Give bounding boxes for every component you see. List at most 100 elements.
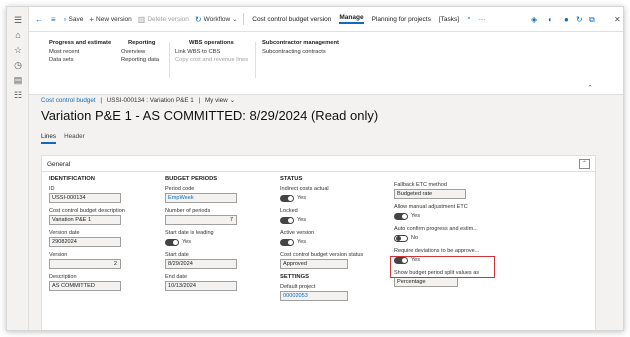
default-project-field[interactable]: 00002053 xyxy=(280,291,348,301)
back-arrow-icon: ← xyxy=(35,14,43,24)
view-selector[interactable]: My view xyxy=(205,97,228,104)
open-new-window-icon[interactable]: ⧉ xyxy=(589,15,595,25)
tab-header[interactable]: Header xyxy=(64,133,85,144)
auto-confirm-toggle[interactable]: No xyxy=(394,233,494,243)
toggle-switch[interactable] xyxy=(280,194,294,202)
action-group-reporting: Reporting Overview Reporting data xyxy=(121,40,159,65)
delete-version-button[interactable]: ▥ Delete version xyxy=(138,15,189,24)
toggle-switch[interactable] xyxy=(394,212,408,220)
tab-lines[interactable]: Lines xyxy=(41,133,57,144)
general-section-header[interactable]: General ⌃ xyxy=(42,156,595,172)
field-label: Version date xyxy=(49,230,80,236)
clock-icon[interactable]: ◷ xyxy=(12,59,24,71)
field-label: Period code xyxy=(165,186,195,192)
action-overview[interactable]: Overview xyxy=(121,49,159,55)
field-label: Version xyxy=(49,252,68,258)
field-label: Active version xyxy=(280,230,315,236)
workflow-button[interactable]: ↻ Workflow ⌄ xyxy=(195,15,237,24)
plus-icon: + xyxy=(89,14,95,24)
field-label: Default project xyxy=(280,284,316,290)
toggle-switch[interactable] xyxy=(280,216,294,224)
active-version-toggle[interactable]: Yes xyxy=(280,237,370,247)
group-heading: STATUS xyxy=(280,176,303,182)
trash-icon: ▥ xyxy=(137,14,146,24)
start-date-leading-toggle[interactable]: Yes xyxy=(165,237,237,247)
number-of-periods-field[interactable]: 7 xyxy=(165,215,237,225)
group-heading: IDENTIFICATION xyxy=(49,176,95,182)
highlight-box xyxy=(390,256,495,278)
split-values-field[interactable]: Percentage xyxy=(394,277,458,287)
period-code-field[interactable]: EmpWeek xyxy=(165,193,237,203)
field-label: Locked xyxy=(280,208,298,214)
tab-tasks[interactable]: [Tasks] xyxy=(439,16,459,23)
action-most-recent[interactable]: Most recent xyxy=(49,49,111,55)
version-field[interactable]: 2 xyxy=(49,259,121,269)
toggle-switch[interactable] xyxy=(394,234,408,242)
start-date-field[interactable]: 8/29/2024 xyxy=(165,259,237,269)
fallback-etc-field[interactable]: Budgeted rate xyxy=(394,189,466,199)
section-title: General xyxy=(47,161,71,168)
field-label: Cost control budget description xyxy=(49,208,125,214)
divider xyxy=(169,42,170,78)
locked-toggle[interactable]: Yes xyxy=(280,215,370,225)
close-icon[interactable]: ✕ xyxy=(614,15,621,24)
breadcrumb-module-link[interactable]: Cost control budget xyxy=(41,97,96,104)
breadcrumb-separator: | xyxy=(100,97,102,104)
field-label: Number of periods xyxy=(165,208,211,214)
hamburger-icon[interactable]: ☰ xyxy=(12,14,24,26)
allow-manual-adjustment-toggle[interactable]: Yes xyxy=(394,211,494,221)
version-status-field[interactable]: Approved xyxy=(280,259,348,269)
end-date-field[interactable]: 10/13/2024 xyxy=(165,281,237,291)
command-bar: ← ≡ ▫ Save + New version ▥ Delete version ↻… xyxy=(29,7,623,32)
more-options-icon[interactable]: ··· xyxy=(479,16,486,23)
list-icon[interactable]: ☷ xyxy=(12,89,24,101)
search-icon[interactable]: ⌕ xyxy=(467,15,471,23)
action-copy-cost-revenue[interactable]: Copy cost and revenue lines xyxy=(175,57,248,63)
tab-manage[interactable]: Manage xyxy=(339,14,364,24)
home-icon[interactable]: ⌂ xyxy=(12,29,24,41)
save-button[interactable]: ▫ Save xyxy=(64,15,84,24)
action-subcontracting-contracts[interactable]: Subcontracting contracts xyxy=(262,49,339,55)
field-label: Description xyxy=(49,274,77,280)
field-label: Indirect costs actual xyxy=(280,186,329,192)
modules-icon[interactable]: ▤ xyxy=(12,74,24,86)
breadcrumb: Cost control budget | USSI-000134 : Vari… xyxy=(41,97,235,104)
chevron-down-icon[interactable]: ⌄ xyxy=(230,97,235,104)
field-label: Start date is leading xyxy=(165,230,214,236)
group-heading: BUDGET PERIODS xyxy=(165,176,218,182)
tab-planning-for-projects[interactable]: Planning for projects xyxy=(372,16,431,23)
toggle-switch[interactable] xyxy=(280,238,294,246)
field-label: Require deviations to be approve... xyxy=(394,248,480,254)
menu-button[interactable]: ≡ xyxy=(51,15,58,24)
star-icon[interactable]: ☆ xyxy=(12,44,24,56)
id-field[interactable]: USSI-000134 xyxy=(49,193,121,203)
collapse-action-pane-icon[interactable]: ⌃ xyxy=(587,84,593,92)
field-label: End date xyxy=(165,274,188,280)
action-data-sets[interactable]: Data sets xyxy=(49,57,111,63)
new-version-button[interactable]: + New version xyxy=(89,15,131,24)
chevron-up-icon[interactable]: ⌃ xyxy=(579,159,590,169)
back-button[interactable]: ← xyxy=(35,15,45,24)
toggle-switch[interactable] xyxy=(165,238,179,246)
action-reporting-data[interactable]: Reporting data xyxy=(121,57,159,63)
field-label: Cost control budget version status xyxy=(280,252,364,258)
chat-icon[interactable]: ● xyxy=(564,15,569,24)
indirect-costs-toggle[interactable]: Yes xyxy=(280,193,370,203)
menu-icon: ≡ xyxy=(51,14,56,24)
navigation-rail: ☰ ⌂ ☆ ◷ ▤ ☷ xyxy=(7,7,29,330)
action-group-progress: Progress and estimate Most recent Data s… xyxy=(49,40,111,65)
attach-icon[interactable]: ◈ xyxy=(531,15,537,24)
office-icon[interactable]: ◐ xyxy=(548,15,553,24)
toggle-label: Yes xyxy=(297,239,306,245)
tab-cost-control-budget-version[interactable]: Cost control budget version xyxy=(252,16,331,23)
description-field[interactable]: Variation P&E 1 xyxy=(49,215,121,225)
group-heading: WBS operations xyxy=(189,40,234,46)
version-date-field[interactable]: 29082024 xyxy=(49,237,121,247)
refresh-icon[interactable]: ↻ xyxy=(576,15,583,24)
version-description-field[interactable]: AS COMMITTED xyxy=(49,281,121,291)
app-window: ☰ ⌂ ☆ ◷ ▤ ☷ ← ≡ ▫ Save + New version ▥ Dele… xyxy=(6,6,624,331)
general-section: General ⌃ IDENTIFICATION ID USSI-000134 … xyxy=(41,155,596,330)
action-link-wbs[interactable]: Link WBS to CBS xyxy=(175,49,248,55)
status-group: STATUS Indirect costs actual Yes Locked … xyxy=(280,176,370,306)
group-heading: Reporting xyxy=(128,40,156,46)
